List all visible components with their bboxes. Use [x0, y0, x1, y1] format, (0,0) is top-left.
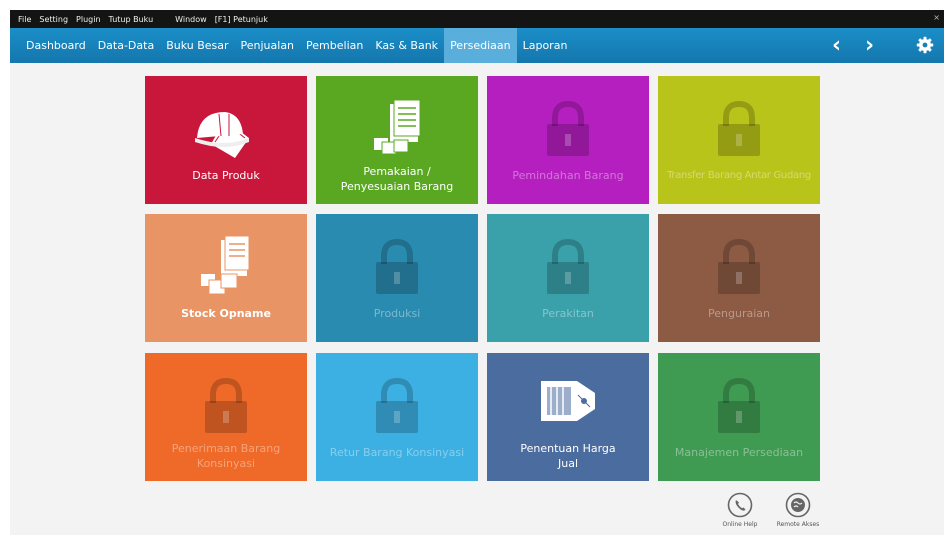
online-help-button[interactable]: Online Help — [710, 492, 770, 528]
tab-penjualan[interactable]: Penjualan — [235, 28, 301, 63]
menu-petunjuk[interactable]: [F1] Petunjuk — [215, 15, 268, 24]
menu-bar: File Setting Plugin Tutup Buku Window [F… — [10, 10, 944, 28]
price-tag-icon — [541, 381, 595, 421]
tile-manajemen-persediaan[interactable]: Manajemen Persediaan — [658, 353, 820, 481]
tile-label-line-1: Penentuan Harga — [520, 442, 616, 455]
inventory-icon — [201, 236, 250, 295]
remote-icon — [785, 492, 811, 518]
gear-icon[interactable] — [916, 36, 934, 54]
tile-label-line-1: Pemakaian / — [363, 165, 431, 178]
tile-label: Transfer Barang Antar Gudang — [667, 170, 811, 181]
tile-label: Perakitan — [542, 307, 594, 320]
main-nav: Dashboard Data-Data Buku Besar Penjualan… — [10, 28, 944, 63]
menu-window[interactable]: Window — [175, 15, 207, 24]
chevron-right-icon[interactable]: › — [865, 28, 874, 63]
lock-icon — [718, 377, 760, 433]
chevron-left-icon[interactable]: ‹ — [832, 28, 841, 63]
lock-icon — [718, 238, 760, 294]
tile-label-line-1: Penerimaan Barang — [171, 442, 281, 455]
tile-label: Pemindahan Barang — [512, 169, 624, 182]
remote-akses-label: Remote Akses — [776, 521, 820, 528]
tile-data-produk[interactable]: Data Produk — [145, 76, 307, 204]
lock-icon — [547, 238, 589, 294]
phone-icon — [727, 492, 753, 518]
app-window: File Setting Plugin Tutup Buku Window [F… — [10, 10, 944, 535]
tile-label: Data Produk — [192, 169, 260, 182]
tab-persediaan[interactable]: Persediaan — [444, 28, 517, 63]
tile-pemindahan-barang[interactable]: Pemindahan Barang — [487, 76, 649, 204]
tile-label: Penerimaan Barang Konsinyasi — [145, 441, 307, 471]
tab-pembelian[interactable]: Pembelian — [300, 28, 369, 63]
tab-laporan[interactable]: Laporan — [517, 28, 574, 63]
lock-icon — [376, 238, 418, 294]
online-help-label: Online Help — [722, 521, 758, 528]
menu-tutup-buku[interactable]: Tutup Buku — [109, 15, 154, 24]
menu-file[interactable]: File — [18, 15, 31, 24]
tile-label: Stock Opname — [181, 307, 271, 320]
tile-transfer-barang[interactable]: Transfer Barang Antar Gudang — [658, 76, 820, 204]
tab-kas-bank[interactable]: Kas & Bank — [369, 28, 444, 63]
lock-icon — [718, 100, 760, 156]
tile-penentuan-harga[interactable]: Penentuan Harga Jual — [487, 353, 649, 481]
tile-label: Retur Barang Konsinyasi — [329, 446, 465, 459]
tile-label-line-2: Konsinyasi — [196, 457, 256, 470]
helmet-icon — [195, 112, 249, 158]
tab-dashboard[interactable]: Dashboard — [20, 28, 92, 63]
tab-buku-besar[interactable]: Buku Besar — [160, 28, 234, 63]
tile-label: Pemakaian / Penyesuaian Barang — [316, 164, 478, 194]
tile-label: Produksi — [373, 307, 421, 320]
tile-pemakaian[interactable]: Pemakaian / Penyesuaian Barang — [316, 76, 478, 204]
remote-akses-button[interactable]: Remote Akses — [768, 492, 828, 528]
lock-icon — [547, 100, 589, 156]
tile-retur-konsinyasi[interactable]: Retur Barang Konsinyasi — [316, 353, 478, 481]
menu-plugin[interactable]: Plugin — [76, 15, 101, 24]
tile-label-line-2: Jual — [557, 457, 578, 470]
tile-penerimaan-konsinyasi[interactable]: Penerimaan Barang Konsinyasi — [145, 353, 307, 481]
tile-label: Penguraian — [708, 307, 770, 320]
tab-data-data[interactable]: Data-Data — [92, 28, 161, 63]
tile-perakitan[interactable]: Perakitan — [487, 214, 649, 342]
tile-penguraian[interactable]: Penguraian — [658, 214, 820, 342]
tile-label: Manajemen Persediaan — [674, 446, 804, 459]
tile-produksi[interactable]: Produksi — [316, 214, 478, 342]
tile-label-line-2: Penyesuaian Barang — [340, 180, 454, 193]
lock-icon — [376, 377, 418, 433]
close-icon[interactable]: × — [933, 13, 940, 22]
menu-setting[interactable]: Setting — [39, 15, 68, 24]
documents-icon — [374, 99, 421, 155]
tile-label: Penentuan Harga Jual — [487, 441, 649, 471]
tile-stock-opname[interactable]: Stock Opname — [145, 214, 307, 342]
lock-icon — [205, 377, 247, 433]
